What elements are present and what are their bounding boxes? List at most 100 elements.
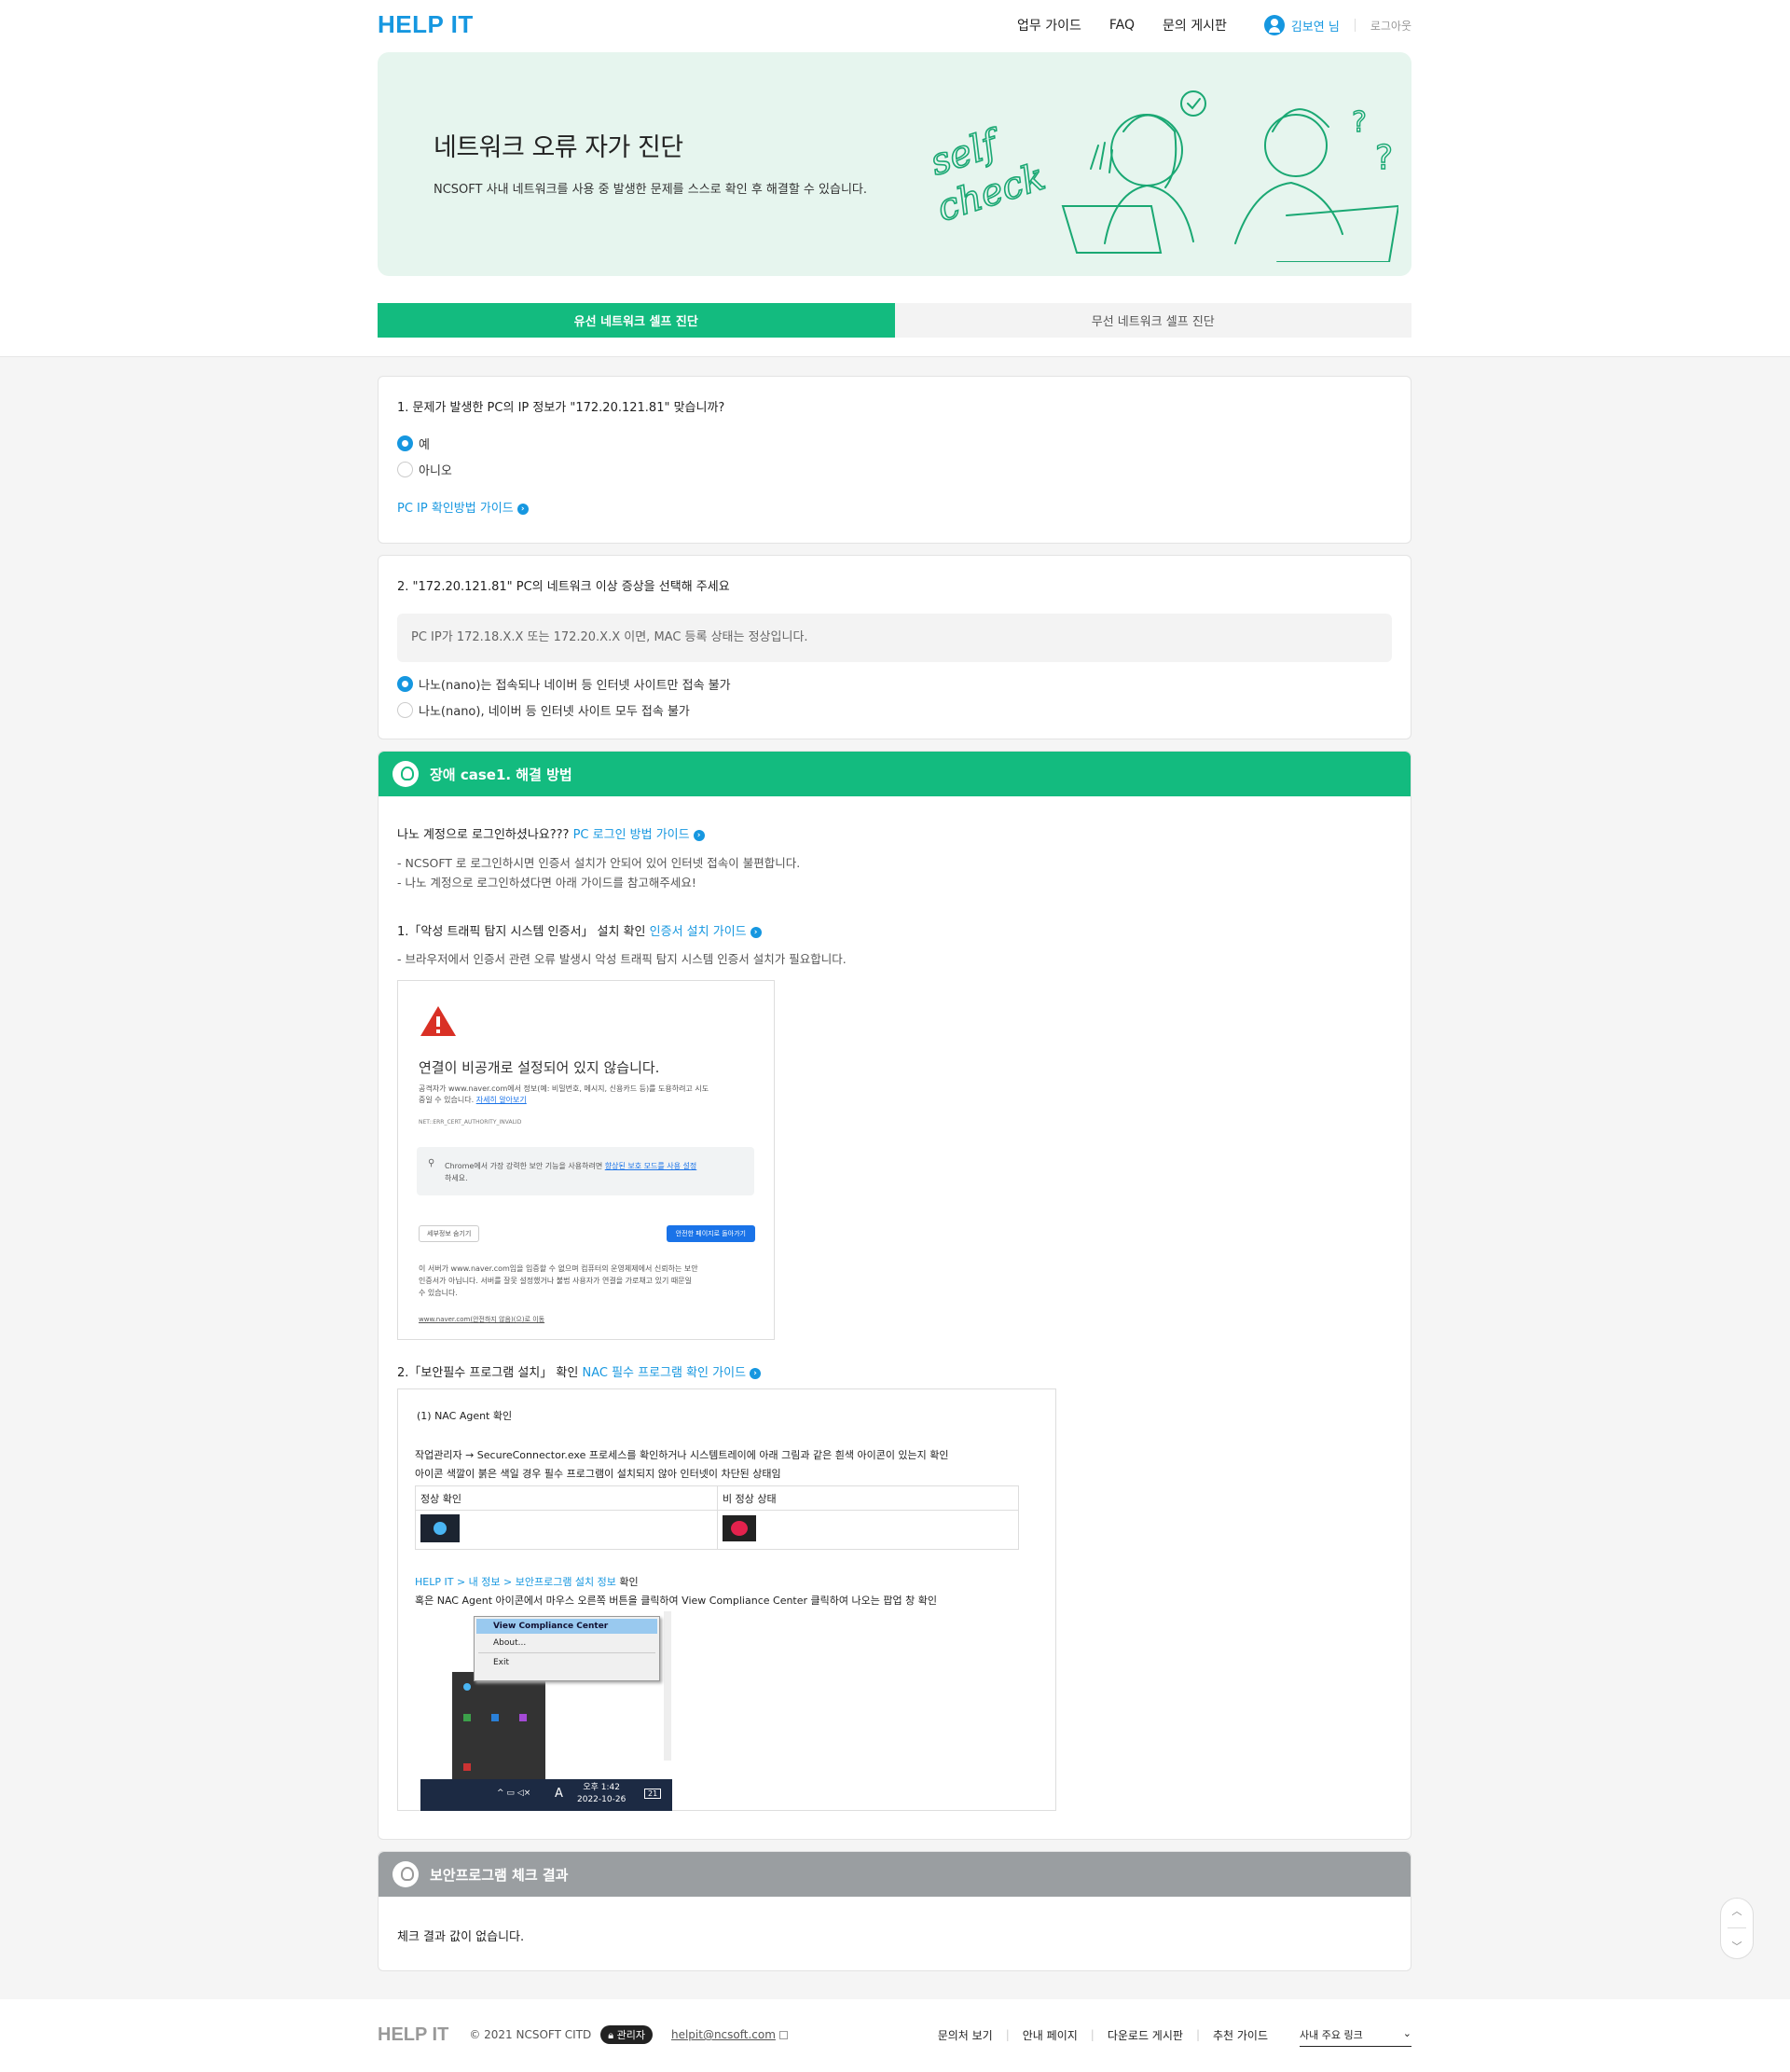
login-question-text: 나노 계정으로 로그인하셨나요??? [397, 828, 570, 842]
back-to-safety-button: 안전한 페이지로 돌아가기 [666, 1225, 755, 1242]
result-header: 보안프로그램 체크 결과 [379, 1852, 1411, 1897]
copyright: © 2021 NCSOFT CITD [469, 2028, 592, 2041]
nac-heading: (1) NAC Agent 확인 [417, 1410, 513, 1422]
radio-symptom-1[interactable]: 나노(nano)는 접속되나 네이버 등 인터넷 사이트만 접속 불가 [397, 675, 731, 693]
info-icon: › [750, 1367, 762, 1379]
tip-text-1: Chrome에서 가장 강력한 보안 기능을 사용하려면 [445, 1162, 603, 1170]
select-label: 사내 주요 링크 [1300, 2028, 1363, 2041]
result-title: 보안프로그램 체크 결과 [430, 1866, 569, 1884]
chrome-body-text: 중일 수 있습니다. [419, 1096, 475, 1104]
nac-path-link: HELP IT > 내 정보 > 보안프로그램 설치 정보 [415, 1576, 616, 1588]
lightbulb-icon [392, 761, 419, 787]
chrome-body-line: 중일 수 있습니다. 자세히 알아보기 [419, 1095, 764, 1106]
page-title: 네트워크 오류 자가 진단 [434, 133, 683, 162]
question-1-card: 1. 문제가 발생한 PC의 IP 정보가 "172.20.121.81" 맞습… [378, 376, 1411, 544]
detail-line: 이 서버가 www.naver.com임을 입증할 수 없으며 컴퓨터의 운영체… [419, 1264, 698, 1273]
proceed-link: www.naver.com(안전하지 않음)(으)로 이동 [419, 1316, 545, 1323]
chrome-error-title: 연결이 비공개로 설정되어 있지 않습니다. [419, 1059, 660, 1076]
user-icon [1263, 15, 1285, 35]
learn-more-link: 자세히 알아보기 [475, 1096, 527, 1104]
mac-status-note: PC IP가 172.18.X.X 또는 172.20.X.X 이면, MAC … [397, 614, 1392, 662]
detail-line: 인증서가 아닙니다. 서버를 잘못 설정했거나 불법 사용자가 연결을 가로채고… [419, 1277, 692, 1285]
logout-link[interactable]: 로그아웃 [1370, 18, 1411, 34]
scroll-up-icon[interactable]: ︿ [1732, 1903, 1742, 1918]
svg-text:?: ? [1352, 106, 1367, 139]
nac-line-1: 작업관리자 → SecureConnector.exe 프로세스를 확인하거나 … [415, 1449, 949, 1461]
question-2-card: 2. "172.20.121.81" PC의 네트워크 이상 증상을 선택해 주… [378, 555, 1411, 739]
taskbar-clock: 오후 1:42 2022-10-26 [577, 1782, 626, 1806]
step-1-title-text: 1.「악성 트래픽 탐지 시스템 인증서」 설치 확인 [397, 925, 646, 939]
footer: HELP IT © 2021 NCSOFT CITD 🔒︎ 관리자 helpit… [378, 2016, 1411, 2053]
warning-icon [420, 1006, 456, 1036]
chrome-cert-error-screenshot: 연결이 비공개로 설정되어 있지 않습니다. 공격자가 www.naver.co… [397, 980, 775, 1340]
link-label: NAC 필수 프로그램 확인 가이드 [582, 1366, 747, 1380]
result-text: 체크 결과 값이 없습니다. [397, 1930, 525, 1944]
radio-empty-icon [397, 702, 413, 718]
login-question: 나노 계정으로 로그인하셨나요??? PC 로그인 방법 가이드 › [397, 824, 705, 842]
hero-banner: 네트워크 오류 자가 진단 NCSOFT 사내 네트워크를 사용 중 발생한 문… [378, 52, 1411, 276]
footer-logo: HELP IT [378, 2024, 449, 2045]
step-1-title: 1.「악성 트래픽 탐지 시스템 인증서」 설치 확인 인증서 설치 가이드 › [397, 921, 762, 939]
nav-inquiry-board[interactable]: 문의 게시판 [1163, 16, 1227, 35]
nav-faq[interactable]: FAQ [1109, 18, 1135, 33]
user-menu[interactable]: 김보연 님 [1263, 15, 1340, 35]
footer-link-recommend[interactable]: 추천 가이드 [1213, 2027, 1268, 2043]
footer-link-contact[interactable]: 문의처 보기 [938, 2027, 993, 2043]
step-2-title-text: 2.「보안필수 프로그램 설치」 확인 [397, 1366, 579, 1380]
radio-symptom-2[interactable]: 나노(nano), 네이버 등 인터넷 사이트 모두 접속 불가 [397, 701, 690, 719]
internal-links-select[interactable]: 사내 주요 링크 ⌄ [1300, 2024, 1411, 2047]
cert-install-guide-link[interactable]: 인증서 설치 가이드 › [650, 925, 762, 939]
link-label: PC 로그인 방법 가이드 [572, 828, 690, 842]
tray-overflow-panel [452, 1672, 545, 1779]
email-link[interactable]: helpit@ncsoft.com [671, 2028, 776, 2041]
question-1: 1. 문제가 발생한 PC의 IP 정보가 "172.20.121.81" 맞습… [397, 401, 725, 415]
footer-link-guide[interactable]: 안내 페이지 [1023, 2027, 1078, 2043]
login-desc-2: - 나노 계정으로 로그인하셨다면 아래 가이드를 참고해주세요! [397, 876, 696, 890]
hide-details-button: 세부정보 숨기기 [419, 1225, 480, 1242]
col-abnormal: 비 정상 상태 [717, 1485, 1019, 1511]
login-desc-1: - NCSOFT 로 로그인하시면 인증서 설치가 안되어 있어 인터넷 접속이… [397, 856, 801, 870]
radio-label: 예 [419, 438, 430, 452]
radio-label: 아니오 [419, 464, 452, 478]
error-code: NET::ERR_CERT_AUTHORITY_INVALID [419, 1119, 522, 1126]
result-card: 보안프로그램 체크 결과 체크 결과 값이 없습니다. [378, 1851, 1411, 1971]
nac-line-2: 아이콘 색깔이 붉은 색일 경우 필수 프로그램이 설치되지 않아 인터넷이 차… [415, 1468, 781, 1480]
footer-link-download[interactable]: 다운로드 게시판 [1108, 2027, 1183, 2043]
detail-line: 수 있습니다. [419, 1289, 458, 1297]
radio-empty-icon [397, 462, 413, 477]
badge-label: 관리자 [616, 2029, 645, 2041]
clock-time: 오후 1:42 [583, 1783, 620, 1792]
tab-wired[interactable]: 유선 네트워크 셀프 진단 [378, 303, 895, 338]
notification-icon: 21 [644, 1789, 662, 1799]
nac-agent-guide-image: (1) NAC Agent 확인 작업관리자 → SecureConnector… [397, 1388, 1056, 1811]
pc-ip-guide-link[interactable]: PC IP 확인방법 가이드 › [397, 498, 529, 516]
nac-path-suffix: 확인 [615, 1576, 639, 1588]
chrome-detail-text: 이 서버가 www.naver.com임을 입증할 수 없으며 컴퓨터의 운영체… [419, 1263, 764, 1299]
user-name: 김보연 님 [1290, 20, 1340, 35]
link-label: PC IP 확인방법 가이드 [397, 502, 514, 516]
radio-no[interactable]: 아니오 [397, 461, 452, 478]
tab-wireless[interactable]: 무선 네트워크 셀프 진단 [894, 303, 1411, 338]
step-2-title: 2.「보안필수 프로그램 설치」 확인 NAC 필수 프로그램 확인 가이드 › [397, 1362, 762, 1380]
radio-yes[interactable]: 예 [397, 435, 430, 452]
copy-icon[interactable] [778, 2030, 788, 2039]
admin-badge[interactable]: 🔒︎ 관리자 [600, 2025, 653, 2044]
nac-guide-link[interactable]: NAC 필수 프로그램 확인 가이드 › [582, 1366, 762, 1380]
scroll-controls: ︿ ﹀ [1720, 1898, 1754, 1959]
scroll-down-icon[interactable]: ﹀ [1732, 1939, 1742, 1954]
context-menu: View Compliance Center About... Exit [474, 1616, 660, 1681]
chrome-body-line: 공격자가 www.naver.com에서 정보(예: 비밀번호, 메시지, 신용… [419, 1084, 709, 1093]
clock-date: 2022-10-26 [577, 1795, 626, 1804]
menu-view-compliance: View Compliance Center [476, 1619, 657, 1634]
radio-label: 나노(nano), 네이버 등 인터넷 사이트 모두 접속 불가 [419, 705, 690, 719]
info-icon: › [516, 503, 529, 515]
logo[interactable]: HELP IT [378, 10, 474, 39]
nav-work-guide[interactable]: 업무 가이드 [1017, 16, 1081, 35]
case-1-title: 장애 case1. 해결 방법 [430, 766, 572, 783]
page-description: NCSOFT 사내 네트워크를 사용 중 발생한 문제를 스스로 확인 후 해결… [434, 183, 867, 197]
normal-cell [415, 1510, 718, 1550]
step-1-desc: - 브라우저에서 인증서 관련 오류 발생시 악성 트래픽 탐지 시스템 인증서… [397, 952, 847, 966]
case-1-card: 장애 case1. 해결 방법 나노 계정으로 로그인하셨나요??? PC 로그… [378, 751, 1411, 1840]
tip-link: 향상된 보호 모드를 사용 설정 [604, 1162, 697, 1170]
pc-login-guide-link[interactable]: PC 로그인 방법 가이드 › [573, 828, 705, 842]
